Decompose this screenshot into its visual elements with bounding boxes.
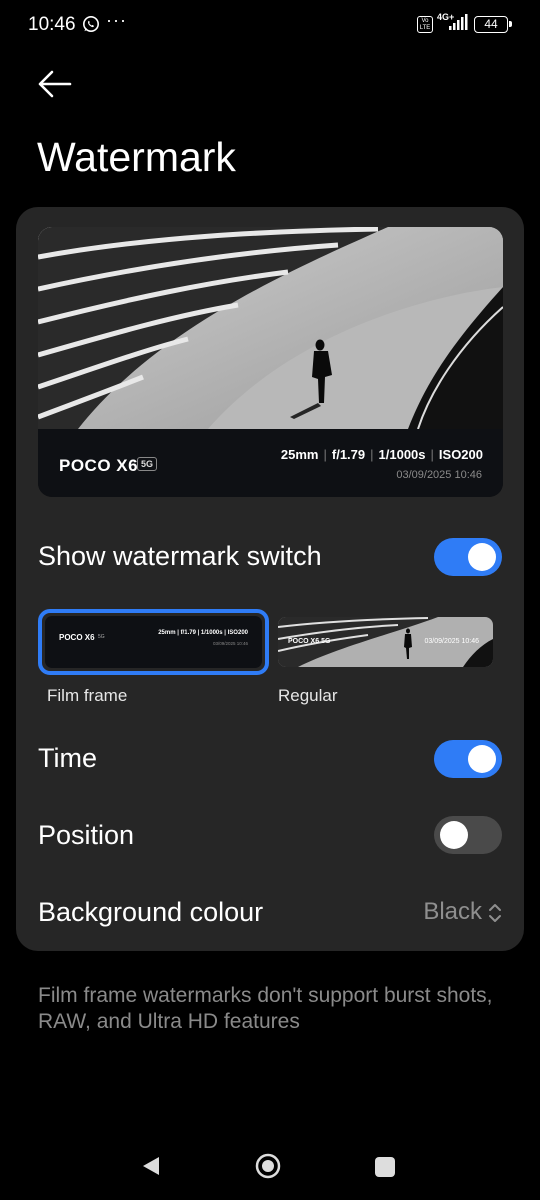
status-time: 10:46 — [28, 14, 76, 35]
signal-icon — [449, 14, 468, 30]
iso: ISO200 — [438, 447, 483, 462]
watermark-settings-card: POCO X6 5G 25mm | f/1.79 | 1/1000s | ISO200 03… — [16, 207, 524, 951]
back-arrow-icon[interactable] — [32, 66, 76, 102]
more-dots-icon: ··· — [106, 10, 127, 30]
show-watermark-label: Show watermark switch — [38, 541, 322, 571]
focal-length: 25mm — [280, 447, 319, 462]
camera-specs: 25mm | f/1.79 | 1/1000s | ISO200 — [280, 447, 483, 462]
toggle-knob — [440, 821, 468, 849]
film-frame-thumbnail: POCO X6 5G 25mm | f/1.79 | 1/1000s | ISO… — [45, 616, 262, 668]
chevron-up-down-icon — [489, 903, 501, 922]
preview-watermark-bar: POCO X6 5G 25mm | f/1.79 | 1/1000s | ISO200 03… — [38, 429, 503, 497]
watermark-preview: POCO X6 5G 25mm | f/1.79 | 1/1000s | ISO200 03… — [38, 227, 503, 497]
aperture: f/1.79 — [331, 447, 366, 462]
show-watermark-toggle[interactable] — [434, 538, 502, 576]
nav-back-icon[interactable] — [141, 1155, 161, 1177]
5g-badge: 5G — [137, 457, 158, 471]
time-toggle[interactable] — [434, 740, 502, 778]
toggle-knob — [468, 745, 496, 773]
thumb-5g-badge: 5G — [98, 634, 105, 640]
battery-icon: 44 — [474, 16, 512, 33]
nav-home-icon[interactable] — [255, 1153, 281, 1179]
time-label: Time — [38, 743, 97, 773]
device-brand: POCO X6 — [59, 456, 139, 475]
status-bar: 10:46 ··· Vo LTE 4G+ 44 — [0, 0, 540, 50]
footnote-text: Film frame watermarks don't support burs… — [38, 984, 493, 1033]
background-colour-label: Background colour — [38, 897, 264, 927]
thumb-specs: 25mm | f/1.79 | 1/1000s | ISO200 — [158, 630, 248, 636]
regular-thumb-datetime: 03/09/2025 10:46 — [424, 638, 480, 645]
page-title: Watermark — [37, 134, 236, 180]
style-option-regular[interactable]: POCO X6 5G 03/09/2025 10:46 — [278, 617, 493, 667]
volte-icon: Vo LTE — [417, 16, 433, 33]
preview-photo — [38, 227, 503, 429]
background-colour-selector[interactable]: Black — [423, 898, 502, 926]
position-label: Position — [38, 820, 135, 850]
background-colour-value: Black — [423, 898, 482, 925]
style-label-film-frame: Film frame — [47, 686, 128, 705]
style-label-regular: Regular — [278, 686, 338, 705]
shutter-speed: 1/1000s — [378, 447, 426, 462]
thumb-brand: POCO X6 — [59, 633, 95, 642]
thumb-datetime: 03/09/2025 10:46 — [212, 641, 248, 646]
position-toggle[interactable] — [434, 816, 502, 854]
toggle-knob — [468, 543, 496, 571]
capture-datetime: 03/09/2025 10:46 — [396, 469, 482, 481]
regular-thumb-brand: POCO X6 5G — [288, 638, 331, 645]
whatsapp-icon — [83, 16, 99, 32]
style-option-film-frame[interactable]: POCO X6 5G 25mm | f/1.79 | 1/1000s | ISO… — [38, 609, 269, 675]
nav-recents-icon[interactable] — [375, 1157, 395, 1177]
